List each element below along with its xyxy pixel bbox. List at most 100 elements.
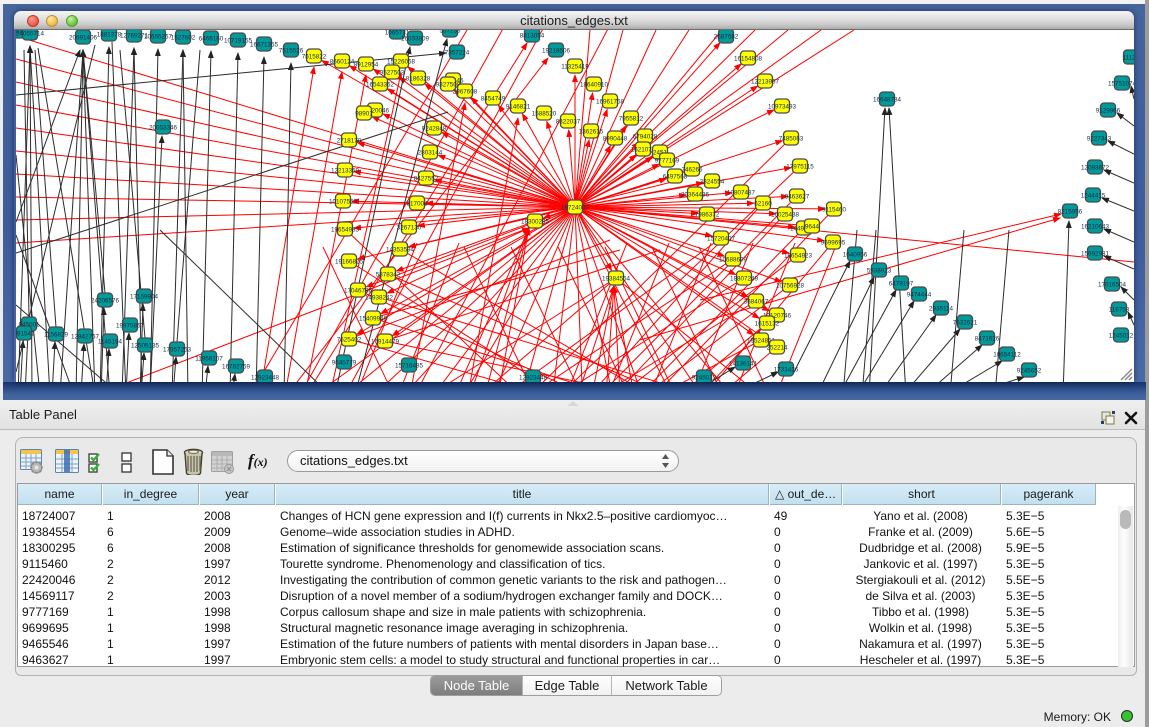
svg-text:8990448: 8990448 [603,136,628,143]
svg-text:7625402: 7625402 [337,337,362,344]
svg-text:9245012: 9245012 [692,375,717,382]
svg-text:7632621: 7632621 [953,320,978,327]
svg-text:1145194: 1145194 [98,339,123,346]
svg-text:11325419: 11325419 [561,64,589,71]
svg-text:6466160: 6466160 [199,36,224,43]
svg-text:12923448: 12923448 [251,375,280,382]
svg-text:9245652: 9245652 [1017,368,1042,375]
svg-text:3684067: 3684067 [744,299,769,306]
svg-text:12942757: 12942757 [71,334,100,341]
svg-text:10655267: 10655267 [144,34,173,41]
svg-text:252214: 252214 [766,345,788,352]
svg-text:16033809: 16033809 [401,36,430,43]
svg-text:15409948: 15409948 [359,316,388,323]
svg-text:19975867: 19975867 [116,323,145,330]
svg-text:24206576: 24206576 [91,298,120,305]
svg-text:9242848: 9242848 [422,126,447,133]
svg-text:1588520: 1588520 [532,111,557,118]
svg-text:8912954: 8912954 [354,62,379,69]
svg-text:20364436: 20364436 [681,192,710,199]
svg-text:557233: 557233 [439,30,461,35]
svg-text:8427552: 8427552 [414,176,439,183]
svg-text:7955812: 7955812 [619,116,644,123]
svg-text:9146821: 9146821 [506,104,531,111]
svg-text:1733426: 1733426 [774,367,799,374]
svg-text:3267130: 3267130 [397,225,422,232]
svg-text:7357224: 7357224 [445,50,470,57]
svg-text:16961758: 16961758 [596,99,625,106]
svg-text:391541: 391541 [16,331,35,338]
svg-text:19218506: 19218506 [542,48,571,55]
svg-text:19166825: 19166825 [335,259,364,266]
svg-text:2718170: 2718170 [337,138,362,145]
svg-text:1156829: 1156829 [44,332,69,339]
svg-text:9474444: 9474444 [907,292,932,299]
svg-text:11958107: 11958107 [195,356,223,363]
svg-text:9645779: 9645779 [332,360,357,367]
svg-text:9699695: 9699695 [821,240,846,247]
svg-text:8813054: 8813054 [520,33,545,40]
svg-text:12213369: 12213369 [331,168,360,175]
svg-text:8215956: 8215956 [1058,209,1083,216]
svg-text:5878342: 5878342 [376,272,401,279]
svg-text:7986372: 7986372 [695,212,720,219]
svg-text:9129966: 9129966 [1096,108,1121,115]
svg-text:17975115: 17975115 [786,164,814,171]
svg-text:817004: 817004 [406,201,428,208]
svg-text:12213967: 12213967 [751,79,780,86]
svg-text:9777169: 9777169 [655,158,680,165]
svg-text:10688609: 10688609 [719,257,748,264]
svg-text:17957253: 17957253 [163,347,192,354]
svg-text:16648784: 16648784 [873,97,902,104]
svg-text:12923448: 12923448 [519,375,548,382]
svg-text:18640910: 18640910 [580,82,609,89]
svg-text:16154808: 16154808 [734,56,763,63]
svg-text:62160: 62160 [754,201,772,208]
svg-text:116753: 116753 [1109,307,1130,314]
svg-text:12505135: 12505135 [131,343,160,350]
svg-text:10107553: 10107553 [329,199,358,206]
svg-text:14938242: 14938242 [365,295,394,302]
svg-text:16543362: 16543362 [366,82,395,89]
svg-text:8471626: 8471626 [975,336,1000,343]
svg-text:17046786: 17046786 [344,288,373,295]
svg-text:20691406: 20691406 [69,35,98,42]
svg-text:15751074: 15751074 [1108,81,1134,88]
svg-text:10756928: 10756928 [776,283,805,290]
svg-text:8186328: 8186328 [406,76,431,83]
svg-text:1527602: 1527602 [171,35,196,42]
svg-text:5938923: 5938923 [867,268,892,275]
svg-text:6497568: 6497568 [663,174,688,181]
svg-text:6479197: 6479197 [889,281,914,288]
svg-text:16782759: 16782759 [222,364,251,371]
svg-text:15716485: 15716485 [395,363,424,370]
svg-text:16914479: 16914479 [371,339,400,346]
svg-text:1362615: 1362615 [579,129,604,136]
svg-text:10654112: 10654112 [993,352,1021,359]
svg-text:16671355: 16671355 [250,42,279,49]
svg-text:14353594: 14353594 [386,247,415,254]
svg-text:18807249: 18807249 [730,276,759,283]
svg-text:12093872: 12093872 [1081,165,1110,172]
svg-text:9463627: 9463627 [785,194,810,201]
svg-text:6794028: 6794028 [633,134,658,141]
svg-text:8454749: 8454749 [481,96,506,103]
svg-text:98901: 98901 [355,111,373,118]
svg-text:9227343: 9227343 [1087,136,1112,143]
svg-text:3824554: 3824554 [700,179,725,186]
svg-text:10973493: 10973493 [768,104,797,111]
svg-text:15720407: 15720407 [707,236,736,243]
svg-text:15692981: 15692981 [1081,251,1110,258]
svg-text:17159904: 17159904 [130,294,159,301]
svg-text:746266: 746266 [681,167,703,174]
svg-text:9644: 9644 [805,224,820,231]
svg-text:14136141: 14136141 [729,361,758,368]
svg-text:7485063: 7485063 [779,136,804,143]
svg-text:2935114: 2935114 [929,306,954,313]
svg-text:10719155: 10719155 [224,38,253,45]
svg-text:2687682: 2687682 [714,34,739,41]
svg-text:1615132: 1615132 [755,321,780,328]
svg-text:2803144: 2803144 [418,150,443,157]
svg-text:10025438: 10025438 [771,212,800,219]
svg-text:24055714: 24055714 [16,31,44,38]
